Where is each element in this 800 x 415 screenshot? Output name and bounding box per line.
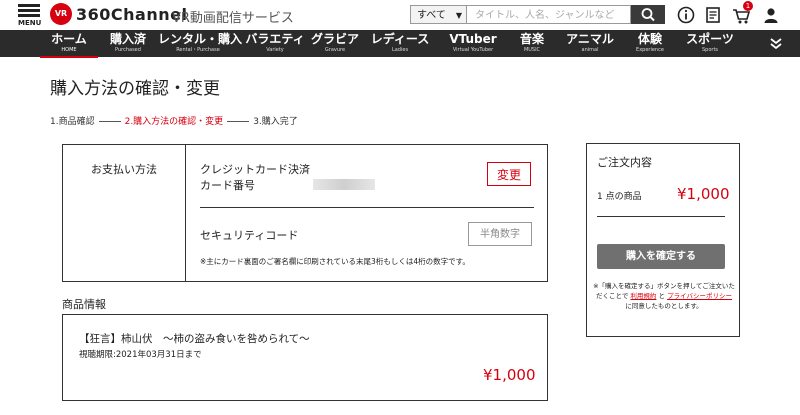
nav-active-indicator (40, 56, 98, 58)
nav-item-variety[interactable]: バラエティ Variety (244, 30, 306, 57)
card-number-masked (313, 179, 375, 190)
nav-item-sports[interactable]: スポーツ Sports (680, 30, 740, 57)
confirm-purchase-button[interactable]: 購入を確定する (597, 244, 725, 269)
notice-icon[interactable] (703, 5, 723, 25)
payment-method-value: クレジットカード決済 (200, 163, 310, 176)
nav-item-home[interactable]: ホーム HOME (40, 30, 98, 57)
search-icon (641, 8, 655, 22)
search-category-value: すべて (417, 10, 446, 21)
terms-note: ※「購入を確定する」ボタンを押してご注文いただくことで 利用規約 と プライバシ… (593, 282, 735, 310)
logo-icon[interactable]: VR (50, 3, 72, 25)
order-summary-heading: ご注文内容 (597, 156, 652, 169)
product-info-panel: 【狂言】柿山伏 ～柿の盗み食いを咎められて～ 視聴期限:2021年03月31日ま… (62, 314, 548, 401)
category-nav: ホーム HOME 購入済 Purchased レンタル・購入 Rental・Pu… (0, 30, 800, 57)
logo-text[interactable]: 360Channel (76, 5, 187, 24)
nav-item-vtuber[interactable]: VTuber Virtual YouTuber (440, 30, 506, 57)
search-input[interactable]: タイトル、人名、ジャンルなど (467, 5, 631, 24)
product-price: ¥1,000 (483, 366, 536, 384)
viewing-period: 視聴期限:2021年03月31日まで (79, 350, 202, 360)
nav-expand-icon[interactable] (769, 37, 783, 51)
nav-item-gravure[interactable]: グラビア Gravure (310, 30, 360, 57)
nav-item-experience[interactable]: 体験 Experience (628, 30, 672, 57)
product-title: 【狂言】柿山伏 ～柿の盗み食いを咎められて～ (79, 333, 310, 345)
security-code-label: セキュリティコード (200, 229, 299, 242)
privacy-policy-link[interactable]: プライバシーポリシー (667, 292, 732, 300)
nav-item-animal[interactable]: アニマル animal (560, 30, 620, 57)
search-category-select[interactable]: すべて ▼ (410, 5, 467, 24)
nav-item-music[interactable]: 音楽 MUSIC (512, 30, 552, 57)
menu-button[interactable]: MENU (18, 2, 42, 27)
divider (597, 216, 725, 217)
tagline: VR動画配信サービス (172, 11, 294, 26)
step-1: 1.商品確認 (50, 117, 95, 127)
divider (200, 207, 534, 208)
page-title: 購入方法の確認・変更 (50, 79, 220, 99)
step-2-current: 2.購入方法の確認・変更 (124, 117, 224, 127)
step-3: 3.購入完了 (253, 117, 298, 127)
payment-method-label: お支払い方法 (91, 163, 157, 176)
info-icon[interactable] (676, 5, 696, 25)
nav-item-rental[interactable]: レンタル・購入 Rental・Purchase (158, 30, 242, 57)
panel-divider (185, 145, 186, 281)
hamburger-icon (18, 4, 40, 7)
card-number-label: カード番号 (200, 179, 255, 192)
nav-item-ladies[interactable]: レディース Ladies (366, 30, 434, 57)
chevron-down-icon: ▼ (455, 11, 462, 20)
top-header: MENU VR 360Channel VR動画配信サービス すべて ▼ タイトル… (0, 0, 800, 30)
product-info-heading: 商品情報 (62, 298, 106, 311)
security-code-input[interactable]: 半角数字 (468, 222, 532, 246)
cart-button[interactable]: 1 (731, 1, 753, 26)
order-summary-panel: ご注文内容 1 点の商品 ¥1,000 購入を確定する ※「購入を確定する」ボタ… (586, 143, 740, 337)
search-button[interactable] (631, 5, 665, 24)
payment-method-panel: お支払い方法 クレジットカード決済 カード番号 変更 セキュリティコード 半角数… (62, 144, 548, 282)
nav-item-purchased[interactable]: 購入済 Purchased (102, 30, 154, 57)
order-total-price: ¥1,000 (677, 185, 730, 203)
security-code-note: ※主にカード裏面のご署名欄に印刷されている末尾3桁もしくは4桁の数字です。 (200, 257, 470, 266)
cart-count-badge: 1 (743, 1, 753, 11)
change-payment-button[interactable]: 変更 (487, 162, 531, 186)
menu-label: MENU (18, 19, 42, 27)
order-item-count: 1 点の商品 (597, 192, 642, 202)
breadcrumb: 1.商品確認 2.購入方法の確認・変更 3.購入完了 (50, 114, 298, 127)
user-icon[interactable] (761, 5, 781, 25)
terms-link[interactable]: 利用規約 (630, 292, 656, 300)
